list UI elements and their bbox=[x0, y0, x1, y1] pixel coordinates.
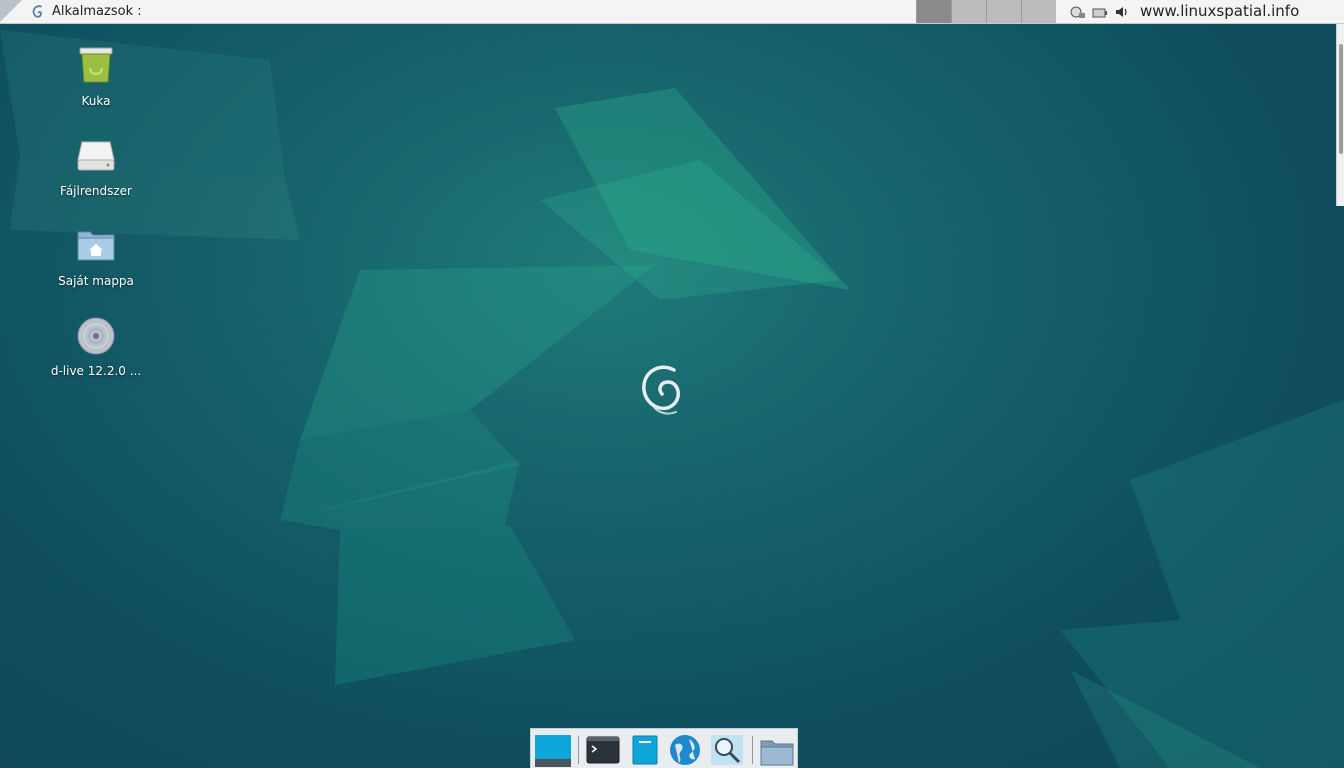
panel-corner bbox=[0, 0, 22, 22]
volume-icon[interactable] bbox=[1114, 4, 1130, 20]
top-panel: Alkalmazsok : www.linuxspatial.info bbox=[0, 0, 1344, 24]
desktop-icon-trash[interactable]: Kuka bbox=[41, 42, 151, 108]
desktop-icon-label: Fájlrendszer bbox=[60, 184, 132, 198]
debian-swirl-logo bbox=[642, 365, 680, 415]
folder-icon bbox=[760, 740, 794, 766]
workspace-1[interactable] bbox=[916, 0, 951, 23]
system-tray bbox=[1070, 2, 1130, 21]
disc-icon bbox=[77, 317, 115, 355]
dock bbox=[530, 728, 798, 768]
panel-clock[interactable]: www.linuxspatial.info bbox=[1140, 0, 1299, 23]
workspace-4[interactable] bbox=[1021, 0, 1056, 23]
applications-menu-label: Alkalmazsok : bbox=[52, 4, 142, 19]
workspace-switcher[interactable] bbox=[916, 0, 1056, 23]
battery-icon[interactable] bbox=[1092, 4, 1108, 20]
desktop-icon-live-disc[interactable]: d-live 12.2.0 ... bbox=[41, 312, 151, 378]
web-browser-icon bbox=[670, 735, 700, 765]
trash-icon bbox=[79, 47, 113, 83]
network-icon[interactable] bbox=[1070, 4, 1086, 20]
dock-search[interactable] bbox=[709, 733, 745, 767]
dock-separator bbox=[752, 736, 753, 764]
search-icon bbox=[711, 735, 743, 765]
edge-scrollbar[interactable] bbox=[1336, 24, 1344, 206]
dock-show-desktop[interactable] bbox=[535, 733, 571, 767]
file-manager-icon bbox=[632, 735, 658, 765]
desktop-icon-home[interactable]: Saját mappa bbox=[41, 222, 151, 288]
dock-separator bbox=[578, 736, 579, 764]
applications-menu[interactable]: Alkalmazsok : bbox=[30, 0, 142, 23]
debian-logo-icon bbox=[32, 4, 42, 18]
show-desktop-icon bbox=[535, 735, 571, 767]
workspace-3[interactable] bbox=[986, 0, 1021, 23]
desktop-icon-label: Saját mappa bbox=[58, 274, 134, 288]
desktop-icon-label: d-live 12.2.0 ... bbox=[50, 364, 142, 378]
dock-folder[interactable] bbox=[759, 733, 795, 767]
desktop-icon-label: Kuka bbox=[81, 94, 111, 108]
drive-icon bbox=[77, 141, 115, 171]
workspace-2[interactable] bbox=[951, 0, 986, 23]
dock-file-manager[interactable] bbox=[627, 733, 663, 767]
desktop[interactable]: Alkalmazsok : www.linuxspatial.info Kuka… bbox=[0, 0, 1344, 768]
dock-web-browser[interactable] bbox=[667, 733, 703, 767]
home-folder-icon bbox=[77, 231, 115, 261]
edge-scrollbar-thumb[interactable] bbox=[1339, 44, 1343, 154]
terminal-icon bbox=[586, 736, 620, 764]
dock-terminal[interactable] bbox=[585, 733, 621, 767]
desktop-icon-filesystem[interactable]: Fájlrendszer bbox=[41, 132, 151, 198]
